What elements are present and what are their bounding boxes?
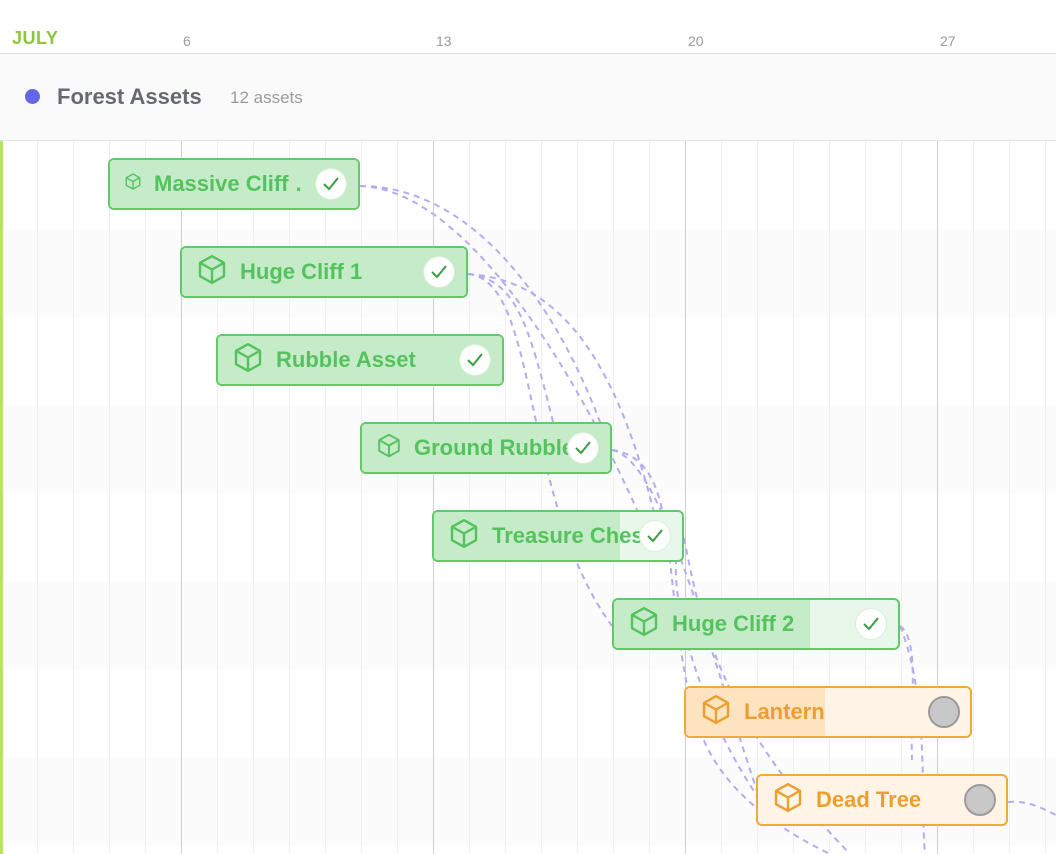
gantt-body [0, 141, 1056, 854]
task-label: Massive Cliff … [154, 171, 304, 196]
day-grid-line [865, 141, 866, 854]
completed-checkmark-icon[interactable] [640, 521, 670, 551]
completed-checkmark-icon[interactable] [316, 169, 346, 199]
month-label: JULY [12, 28, 59, 48]
row-stripe [0, 229, 1056, 317]
day-grid-line [757, 141, 758, 854]
cube-icon [628, 606, 660, 643]
day-label: 27 [940, 33, 956, 49]
group-title[interactable]: Forest Assets [57, 84, 202, 110]
day-grid-line [901, 141, 902, 854]
pending-status-icon[interactable] [964, 784, 996, 816]
cube-icon [124, 173, 142, 196]
task-bar[interactable]: Treasure Chest [432, 510, 684, 562]
day-grid-line [721, 141, 722, 854]
task-bar[interactable]: Huge Cliff 2 [612, 598, 900, 650]
group-color-dot [25, 89, 40, 104]
pending-status-icon[interactable] [928, 696, 960, 728]
day-grid-line [613, 141, 614, 854]
task-label: Treasure Chest [492, 523, 642, 548]
day-grid-line [829, 141, 830, 854]
day-grid-line [505, 141, 506, 854]
day-grid-line [649, 141, 650, 854]
day-grid-line [109, 141, 110, 854]
week-grid-line [937, 141, 938, 854]
day-grid-line [37, 141, 38, 854]
day-grid-line [73, 141, 74, 854]
task-bar[interactable]: Rubble Asset [216, 334, 504, 386]
day-grid-line [541, 141, 542, 854]
task-bar[interactable]: Ground Rubble [360, 422, 612, 474]
cube-icon [232, 342, 264, 379]
today-marker [0, 141, 3, 854]
day-label: 13 [436, 33, 452, 49]
day-grid-line [973, 141, 974, 854]
cube-icon [376, 433, 402, 464]
day-grid-line [577, 141, 578, 854]
day-grid-line [1045, 141, 1046, 854]
task-label: Dead Tree [816, 787, 922, 812]
cube-icon [448, 518, 480, 555]
task-label: Lantern [744, 699, 825, 724]
task-label: Ground Rubble [414, 435, 572, 460]
completed-checkmark-icon[interactable] [460, 345, 490, 375]
completed-checkmark-icon[interactable] [856, 609, 886, 639]
day-label: 6 [183, 33, 191, 49]
completed-checkmark-icon[interactable] [424, 257, 454, 287]
day-label: 20 [688, 33, 704, 49]
cube-icon [196, 254, 228, 291]
timeline-header: JULY 6 13 20 27 [0, 0, 1056, 54]
task-label: Huge Cliff 2 [672, 611, 795, 636]
task-bar[interactable]: Massive Cliff … [108, 158, 360, 210]
day-grid-line [793, 141, 794, 854]
day-grid-line [145, 141, 146, 854]
task-label: Rubble Asset [276, 347, 416, 372]
task-bar[interactable]: Huge Cliff 1 [180, 246, 468, 298]
task-label: Huge Cliff 1 [240, 259, 363, 284]
cube-icon [700, 694, 732, 731]
task-bar[interactable]: Lantern [684, 686, 972, 738]
cube-icon [772, 782, 804, 819]
week-grid-line [685, 141, 686, 854]
completed-checkmark-icon[interactable] [568, 433, 598, 463]
day-grid-line [469, 141, 470, 854]
task-bar[interactable]: Dead Tree [756, 774, 1008, 826]
group-asset-count: 12 assets [230, 88, 303, 107]
day-grid-line [1009, 141, 1010, 854]
